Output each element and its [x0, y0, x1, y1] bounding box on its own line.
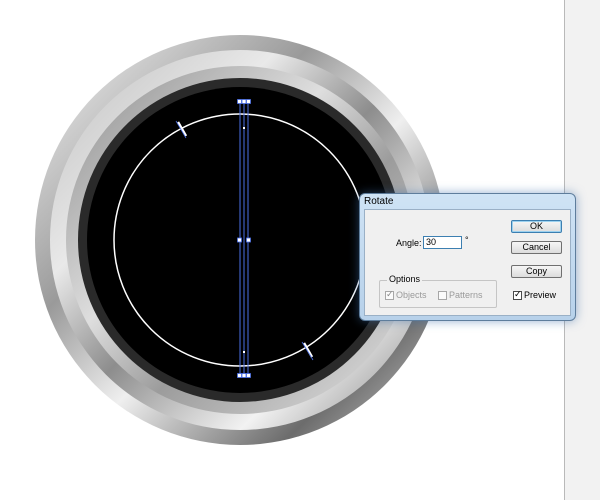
handle-top-left — [237, 99, 242, 104]
handle-mid-left — [237, 237, 242, 243]
handle-bottom-right — [246, 373, 251, 378]
handle-bottom-mid — [241, 373, 247, 378]
patterns-label: Patterns — [449, 290, 483, 300]
angle-input[interactable]: 30 — [423, 236, 462, 249]
handle-top-right — [246, 99, 251, 104]
artboard-canvas[interactable]: Rotate Angle: 30 ° Options Objects Patte… — [0, 0, 600, 500]
options-legend: Options — [387, 274, 423, 284]
ok-button[interactable]: OK — [511, 220, 562, 233]
cancel-button[interactable]: Cancel — [511, 241, 562, 254]
copy-button[interactable]: Copy — [511, 265, 562, 278]
dialog-title: Rotate — [364, 196, 394, 207]
handle-mid-right — [246, 237, 251, 243]
preview-checkbox[interactable] — [513, 289, 522, 300]
objects-label: Objects — [396, 290, 427, 300]
objects-checkbox — [385, 289, 394, 300]
handle-top-mid — [241, 99, 247, 104]
rotate-dialog[interactable]: Rotate Angle: 30 ° Options Objects Patte… — [359, 193, 576, 321]
angle-label: Angle: — [396, 238, 422, 248]
options-group: Options Objects Patterns — [379, 274, 497, 308]
preview-label: Preview — [524, 290, 557, 300]
dialog-body: Angle: 30 ° Options Objects Patterns OK … — [364, 209, 571, 316]
patterns-checkbox — [438, 291, 447, 300]
handle-bottom-left — [237, 373, 242, 378]
degree-symbol: ° — [465, 235, 469, 245]
